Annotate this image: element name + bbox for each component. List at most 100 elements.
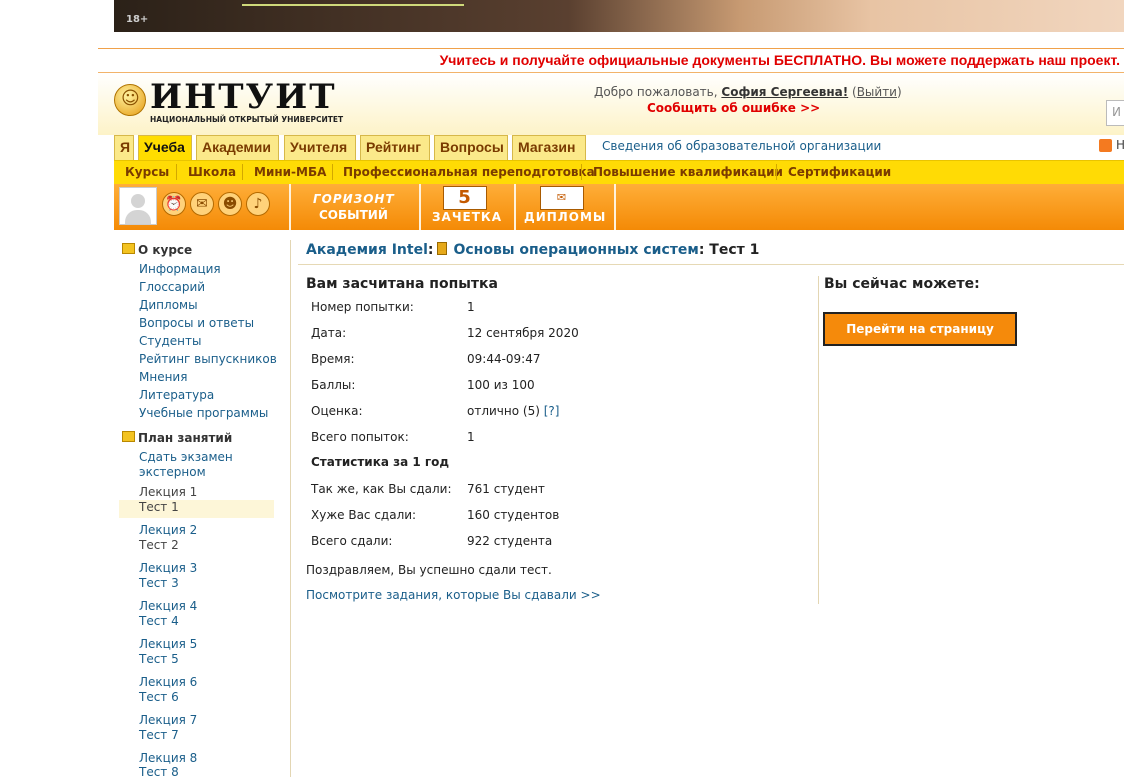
tab-teachers[interactable]: Учителя [284, 135, 356, 160]
divider [419, 184, 421, 230]
logout-link[interactable]: Выйти [857, 85, 897, 99]
go-to-course-button[interactable]: Перейти на страницу курса [823, 312, 1017, 366]
breadcrumb-course[interactable]: Основы операционных систем [453, 242, 698, 258]
score-value: 100 из 100 [467, 378, 535, 392]
view-tasks-link[interactable]: Посмотрите задания, которые Вы сдавали >… [306, 588, 601, 602]
total-passed-label: Всего сдали: [311, 534, 393, 548]
sidebar-item-qa[interactable]: Вопросы и ответы [139, 316, 254, 330]
lecture-2[interactable]: Лекция 2 [139, 523, 197, 537]
attempt-number-label: Номер попытки: [311, 300, 414, 314]
breadcrumb-current: Тест 1 [709, 242, 760, 258]
time-label: Время: [311, 352, 355, 366]
age-rating-label: 18+ [126, 14, 149, 25]
promo-text[interactable]: Учитесь и получайте официальные документ… [440, 52, 1120, 68]
subnav-courses[interactable]: Курсы [125, 165, 169, 179]
about-course-heading[interactable]: О курсе [122, 243, 192, 257]
divider [289, 184, 291, 230]
lecture-7[interactable]: Лекция 7 [139, 713, 197, 727]
tab-questions[interactable]: Вопросы [434, 135, 508, 160]
tab-rating[interactable]: Рейтинг [360, 135, 430, 160]
worse-score-value: 160 студентов [467, 508, 560, 522]
subnav-mini-mba[interactable]: Мини-МБА [254, 165, 326, 179]
subnav-retraining[interactable]: Профессиональная переподготовка [343, 165, 595, 179]
sidebar-item-students[interactable]: Студенты [139, 334, 201, 348]
sidebar-item-info[interactable]: Информация [139, 262, 221, 276]
horizon-events-button[interactable]: ГОРИЗОНТ СОБЫТИЙ [299, 190, 413, 224]
grade-help-link[interactable]: [?] [544, 404, 560, 418]
people-icon[interactable]: ☻ [218, 192, 242, 216]
subnav-certifications[interactable]: Сертификации [788, 165, 891, 179]
lecture-5[interactable]: Лекция 5 [139, 637, 197, 651]
book-icon [437, 242, 448, 255]
sidebar-item-diplomas[interactable]: Дипломы [139, 298, 198, 312]
lecture-8[interactable]: Лекция 8 [139, 751, 197, 765]
subnav-school[interactable]: Школа [188, 165, 236, 179]
actions-heading: Вы сейчас можете: [824, 276, 980, 292]
tab-shop[interactable]: Магазин [512, 135, 586, 160]
user-name-link[interactable]: София Сергеевна! [721, 85, 848, 99]
grade-label: Оценка: [311, 404, 363, 418]
report-error-link[interactable]: Сообщить об ошибке >> [647, 101, 820, 115]
date-label: Дата: [311, 326, 347, 340]
tab-academies[interactable]: Академии [196, 135, 279, 160]
test-7[interactable]: Тест 7 [139, 728, 179, 742]
lesson-plan-title: План занятий [138, 431, 233, 445]
logo-subtitle: НАЦИОНАЛЬНЫЙ ОТКРЫТЫЙ УНИВЕРСИТЕТ [150, 115, 344, 124]
lecture-4[interactable]: Лекция 4 [139, 599, 197, 613]
test-5[interactable]: Тест 5 [139, 652, 179, 666]
divider [242, 164, 243, 180]
alarm-clock-icon[interactable]: ⏰ [162, 192, 186, 216]
lecture-3[interactable]: Лекция 3 [139, 561, 197, 575]
sidebar-item-programs[interactable]: Учебные программы [139, 406, 268, 420]
breadcrumb: Академия Intel: Основы операционных систе… [306, 242, 760, 258]
grade-value-wrap: отлично (5) [?] [467, 404, 559, 418]
tab-me[interactable]: Я [114, 135, 134, 160]
sidebar-item-opinions[interactable]: Мнения [139, 370, 187, 384]
sidebar-item-glossary[interactable]: Глоссарий [139, 280, 205, 294]
stats-heading: Статистика за 1 год [311, 455, 450, 469]
result-title: Вам засчитана попытка [306, 276, 498, 292]
rss-icon[interactable] [1099, 139, 1112, 152]
test-6[interactable]: Тест 6 [139, 690, 179, 704]
about-course-title: О курсе [138, 243, 193, 257]
test-3[interactable]: Тест 3 [139, 576, 179, 590]
breadcrumb-academy[interactable]: Академия Intel [306, 242, 428, 258]
date-value: 12 сентября 2020 [467, 326, 579, 340]
rss-label[interactable]: Н [1116, 138, 1124, 152]
divider [298, 264, 1124, 265]
lesson-plan-heading[interactable]: План занятий [122, 431, 232, 445]
same-score-label: Так же, как Вы сдали: [311, 482, 452, 496]
ad-banner[interactable]: 18+ [114, 0, 1124, 32]
external-exam-link[interactable]: Сдать экзамен [139, 450, 233, 464]
test-4[interactable]: Тест 4 [139, 614, 179, 628]
tab-study[interactable]: Учеба [138, 135, 192, 160]
logo-emblem-icon [114, 84, 146, 116]
user-toolbar: ⏰ ✉ ☻ ♪ ГОРИЗОНТ СОБЫТИЙ 5 ЗАЧЕТКА ✉ ДИП… [114, 184, 1124, 230]
banner-strip [242, 0, 464, 6]
divider [176, 164, 177, 180]
search-input[interactable]: И [1106, 100, 1124, 126]
site-header: ИНТУИТ НАЦИОНАЛЬНЫЙ ОТКРЫТЫЙ УНИВЕРСИТЕТ… [98, 73, 1124, 135]
welcome-prefix: Добро пожаловать, [594, 85, 718, 99]
gradebook-icon: 5 [443, 186, 487, 210]
total-passed-value: 922 студента [467, 534, 553, 548]
lecture-1[interactable]: Лекция 1 [139, 485, 197, 499]
diplomas-button[interactable]: ✉ ДИПЛОМЫ [524, 186, 605, 224]
sidebar-item-graduate-rating[interactable]: Рейтинг выпускников [139, 352, 277, 366]
envelope-icon[interactable]: ✉ [190, 192, 214, 216]
sidebar-item-literature[interactable]: Литература [139, 388, 214, 402]
divider [290, 240, 291, 777]
gradebook-label: ЗАЧЕТКА [432, 210, 502, 224]
gradebook-button[interactable]: 5 ЗАЧЕТКА [432, 186, 502, 224]
congrats-text: Поздравляем, Вы успешно сдали тест. [306, 563, 552, 577]
divider [514, 184, 516, 230]
avatar[interactable] [119, 187, 157, 225]
divider [818, 276, 819, 604]
subnav-qualification[interactable]: Повышение квалификации [593, 165, 783, 179]
horizon-label-1: ГОРИЗОНТ [313, 192, 395, 206]
bell-icon[interactable]: ♪ [246, 192, 270, 216]
lecture-6[interactable]: Лекция 6 [139, 675, 197, 689]
external-exam-link-2[interactable]: экстерном [139, 465, 206, 479]
org-info-link[interactable]: Сведения об образовательной организации [602, 139, 881, 153]
test-2[interactable]: Тест 2 [139, 538, 179, 552]
